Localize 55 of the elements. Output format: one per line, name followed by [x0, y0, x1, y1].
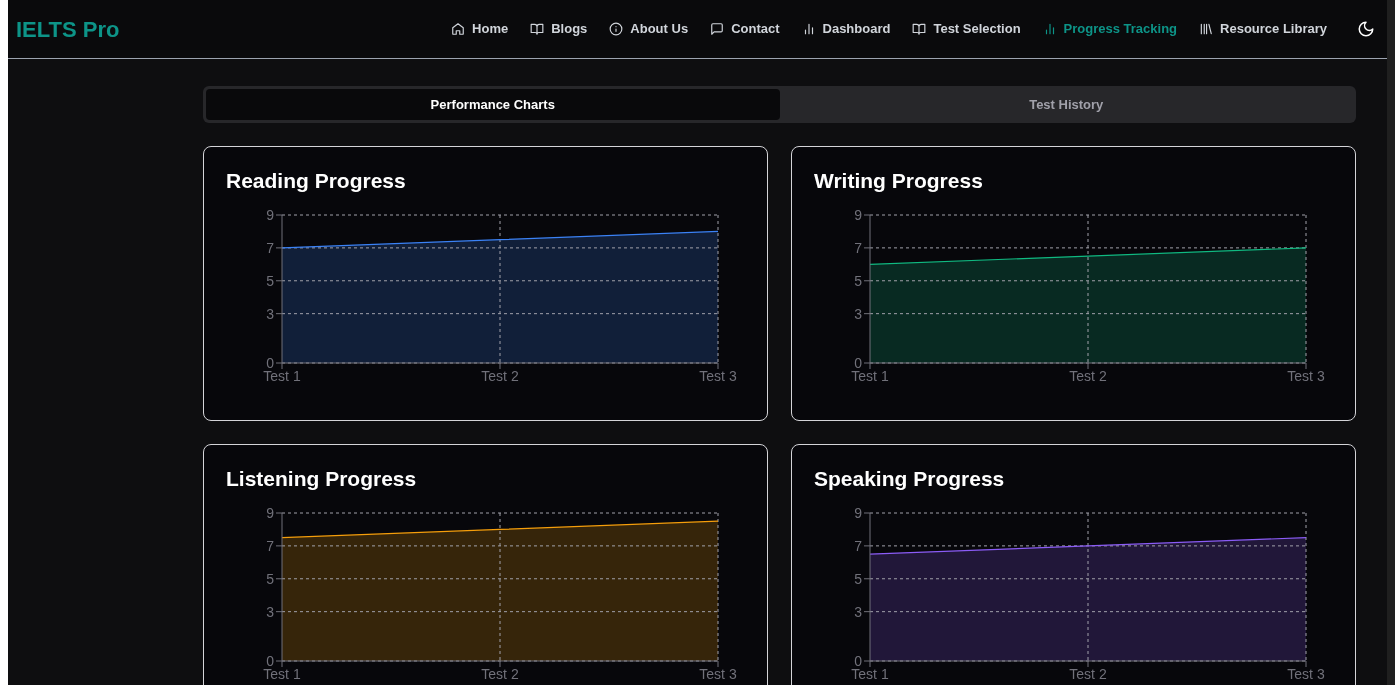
nav-link[interactable]: About Us — [609, 19, 689, 39]
y-tick-label: 3 — [266, 305, 274, 322]
theme-toggle-icon[interactable] — [1357, 20, 1375, 38]
logo[interactable]: IELTS Pro — [16, 12, 120, 46]
x-tick-label: Test 1 — [851, 368, 889, 384]
y-tick-label: 3 — [854, 603, 862, 620]
y-tick-label: 0 — [266, 653, 274, 669]
x-tick-label: Test 3 — [1287, 666, 1325, 682]
x-tick-label: Test 2 — [481, 666, 519, 682]
tab[interactable]: Performance Charts — [206, 89, 780, 120]
nav-link[interactable]: Home — [451, 19, 509, 39]
x-tick-label: Test 3 — [1287, 368, 1325, 384]
y-tick-label: 5 — [854, 272, 862, 289]
y-tick-label: 0 — [266, 355, 274, 371]
y-tick-label: 9 — [266, 207, 274, 223]
book-icon — [530, 22, 545, 36]
x-tick-label: Test 3 — [699, 368, 737, 384]
card-title: Speaking Progress — [814, 466, 1005, 492]
nav-link[interactable]: Contact — [710, 19, 780, 39]
nav-link[interactable]: Blogs — [530, 19, 588, 39]
card-title: Writing Progress — [814, 168, 983, 194]
y-tick-label: 5 — [266, 570, 274, 587]
y-tick-label: 5 — [854, 570, 862, 587]
scrollbar-track[interactable] — [1387, 0, 1395, 685]
y-tick-label: 7 — [854, 537, 862, 554]
x-tick-label: Test 3 — [699, 666, 737, 682]
y-tick-label: 0 — [854, 653, 862, 669]
book-icon — [912, 22, 927, 36]
y-tick-label: 7 — [854, 239, 862, 256]
y-tick-label: 7 — [266, 537, 274, 554]
card-title: Reading Progress — [226, 168, 406, 194]
x-tick-label: Test 1 — [263, 666, 301, 682]
nav-link[interactable]: Test Selection — [912, 19, 1021, 39]
card-title: Listening Progress — [226, 466, 417, 492]
y-tick-label: 9 — [854, 207, 862, 223]
nav-link[interactable]: Dashboard — [801, 19, 891, 39]
tab[interactable]: Test History — [779, 89, 1353, 120]
y-tick-label: 3 — [854, 305, 862, 322]
x-tick-label: Test 2 — [1069, 666, 1107, 682]
x-tick-label: Test 1 — [851, 666, 889, 682]
y-tick-label: 7 — [266, 239, 274, 256]
nav-link[interactable]: Progress Tracking — [1042, 19, 1178, 39]
message-icon — [710, 22, 725, 36]
x-tick-label: Test 2 — [1069, 368, 1107, 384]
home-icon — [451, 22, 466, 36]
y-tick-label: 9 — [266, 505, 274, 521]
y-tick-label: 0 — [854, 355, 862, 371]
y-tick-label: 9 — [854, 505, 862, 521]
nav-link[interactable]: Resource Library — [1199, 19, 1327, 39]
y-tick-label: 3 — [266, 603, 274, 620]
library-icon — [1199, 22, 1214, 36]
y-tick-label: 5 — [266, 272, 274, 289]
x-tick-label: Test 1 — [263, 368, 301, 384]
info-icon — [609, 22, 624, 36]
x-tick-label: Test 2 — [481, 368, 519, 384]
